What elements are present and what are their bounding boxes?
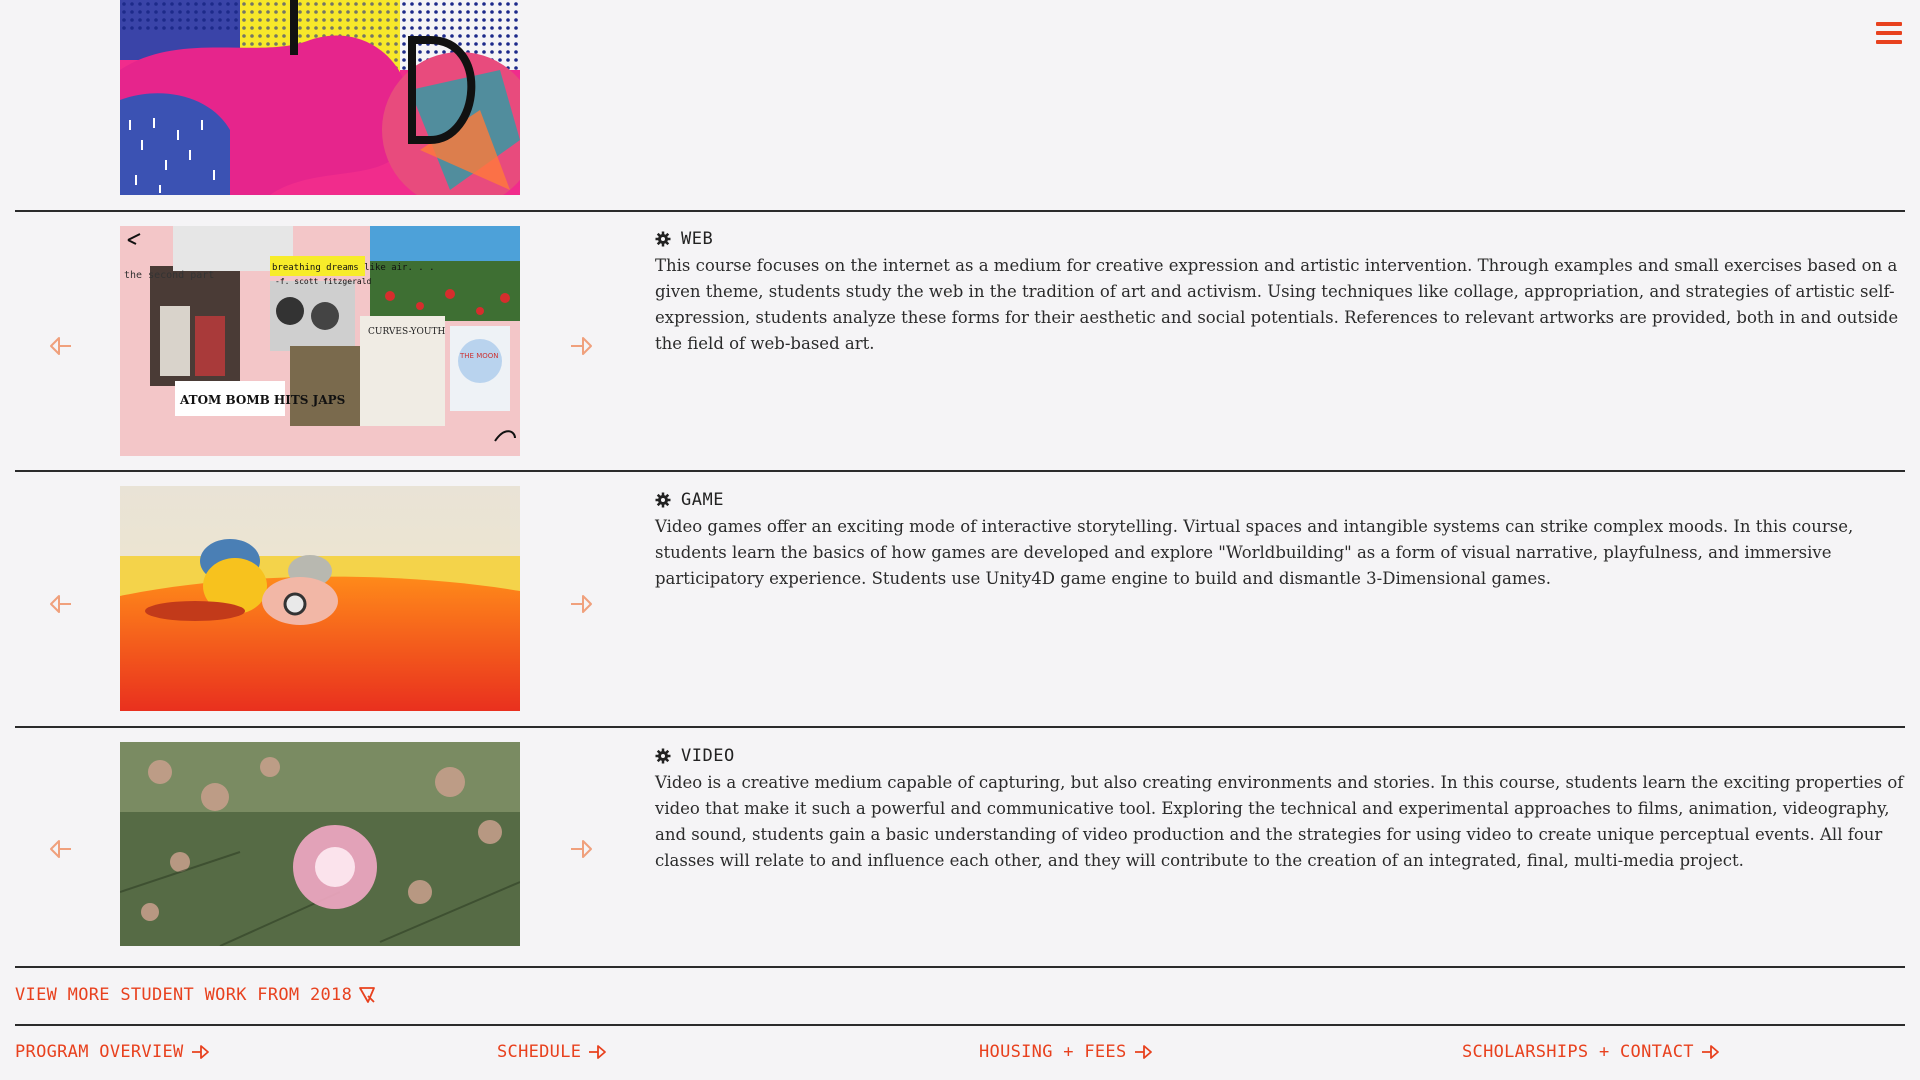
next-arrow-icon[interactable] bbox=[567, 332, 595, 360]
footer-link-label: SCHOLARSHIPS + CONTACT bbox=[1462, 1042, 1694, 1062]
gear-icon bbox=[655, 748, 671, 764]
course-title: GAME bbox=[655, 490, 1905, 510]
course-title-text: WEB bbox=[681, 229, 714, 249]
view-more-label: VIEW MORE STUDENT WORK FROM 2018 bbox=[15, 985, 353, 1005]
hamburger-icon-bar bbox=[1876, 31, 1902, 35]
image-caption: THE MOON bbox=[459, 352, 498, 360]
menu-button[interactable] bbox=[1876, 22, 1902, 44]
course-game: GAME Video games offer an exciting mode … bbox=[655, 490, 1905, 592]
section-divider bbox=[15, 966, 1905, 968]
arrow-right-icon bbox=[1701, 1045, 1719, 1059]
arrow-right-icon bbox=[191, 1045, 209, 1059]
hamburger-icon-bar bbox=[1876, 40, 1902, 44]
course-image-video bbox=[120, 742, 520, 946]
next-arrow-icon[interactable] bbox=[567, 590, 595, 618]
footer-link-scholarships-contact[interactable]: SCHOLARSHIPS + CONTACT bbox=[1462, 1042, 1720, 1062]
footer-link-label: PROGRAM OVERVIEW bbox=[15, 1042, 184, 1062]
gear-icon bbox=[655, 231, 671, 247]
prev-arrow-icon[interactable] bbox=[47, 332, 75, 360]
footer-link-schedule[interactable]: SCHEDULE bbox=[497, 1042, 607, 1062]
external-arrow-icon bbox=[359, 987, 376, 1003]
course-image-3d bbox=[120, 0, 520, 195]
course-title: WEB bbox=[655, 229, 1905, 249]
course-description: Video is a creative medium capable of ca… bbox=[655, 773, 1904, 870]
course-description: This course focuses on the internet as a… bbox=[655, 256, 1899, 353]
course-image-web: the second part breathing dreams like ai… bbox=[120, 226, 520, 456]
footer-link-label: SCHEDULE bbox=[497, 1042, 582, 1062]
prev-arrow-icon[interactable] bbox=[47, 835, 75, 863]
gear-icon bbox=[655, 492, 671, 508]
course-title-text: VIDEO bbox=[681, 746, 735, 766]
view-more-link[interactable]: VIEW MORE STUDENT WORK FROM 2018 bbox=[15, 985, 376, 1005]
course-description: Video games offer an exciting mode of in… bbox=[655, 517, 1854, 588]
footer-link-label: HOUSING + FEES bbox=[979, 1042, 1127, 1062]
course-video: VIDEO Video is a creative medium capable… bbox=[655, 746, 1905, 874]
section-divider bbox=[15, 210, 1905, 212]
hamburger-icon-bar bbox=[1876, 22, 1902, 26]
image-caption: breathing dreams like air. . . bbox=[272, 263, 435, 273]
section-divider bbox=[15, 1024, 1905, 1026]
section-divider bbox=[15, 726, 1905, 728]
section-divider bbox=[15, 470, 1905, 472]
image-caption: CURVES-YOUTH bbox=[368, 327, 445, 337]
footer-link-housing-fees[interactable]: HOUSING + FEES bbox=[979, 1042, 1153, 1062]
arrow-right-icon bbox=[1134, 1045, 1152, 1059]
course-title: VIDEO bbox=[655, 746, 1905, 766]
arrow-right-icon bbox=[589, 1045, 607, 1059]
image-headline: ATOM BOMB HITS JAPS bbox=[179, 393, 345, 407]
course-image-game bbox=[120, 486, 520, 711]
image-caption: -f. scott fitzgerald bbox=[275, 277, 372, 286]
image-caption: the second part bbox=[124, 270, 214, 281]
next-arrow-icon[interactable] bbox=[567, 835, 595, 863]
course-title-text: GAME bbox=[681, 490, 724, 510]
footer-link-program-overview[interactable]: PROGRAM OVERVIEW bbox=[15, 1042, 210, 1062]
prev-arrow-icon[interactable] bbox=[47, 590, 75, 618]
course-web: WEB This course focuses on the internet … bbox=[655, 229, 1905, 357]
